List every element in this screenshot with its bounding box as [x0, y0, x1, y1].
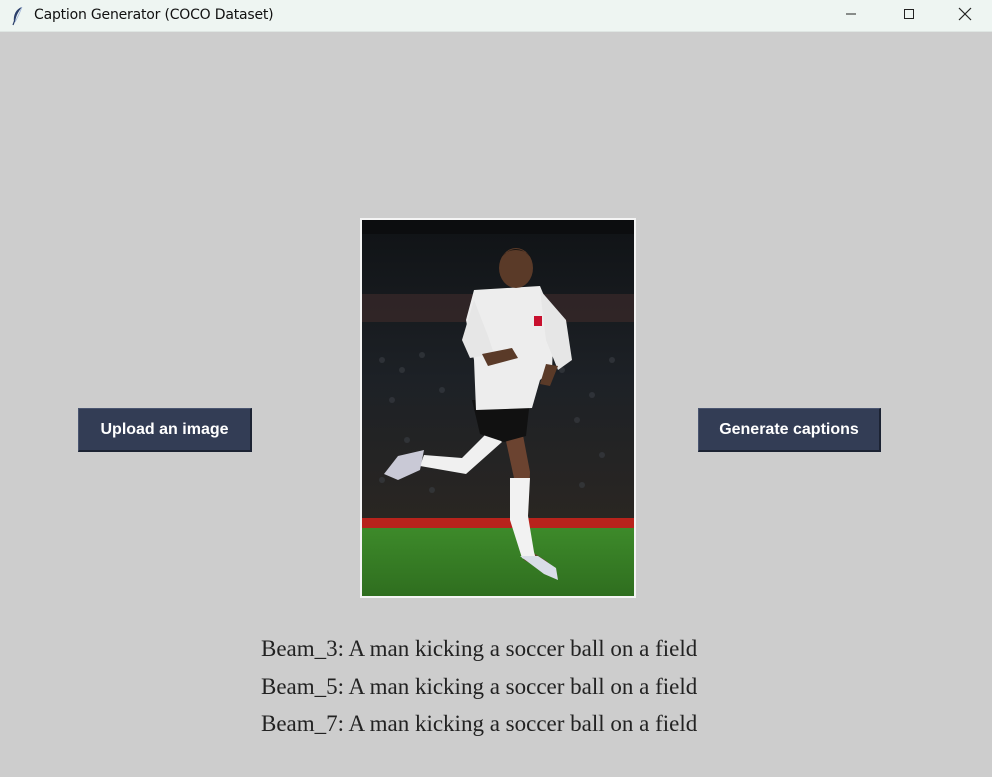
caption-beam-5: Beam_5: A man kicking a soccer ball on a…	[261, 673, 698, 699]
caption-beam-3: Beam_3: A man kicking a soccer ball on a…	[261, 636, 698, 661]
maximize-button[interactable]	[880, 0, 938, 32]
minimize-icon	[845, 7, 857, 25]
title-bar[interactable]: Caption Generator (COCO Dataset)	[0, 0, 992, 32]
minimize-button[interactable]	[822, 0, 880, 32]
uploaded-photo	[362, 220, 634, 596]
caption-results: Beam_3: A man kicking a soccer ball on a…	[261, 632, 697, 745]
close-button[interactable]	[938, 0, 992, 32]
maximize-icon	[903, 7, 915, 25]
close-icon	[958, 7, 972, 26]
image-preview	[360, 218, 636, 598]
generate-captions-button[interactable]: Generate captions	[698, 408, 881, 452]
feather-icon	[10, 6, 26, 26]
caption-beam-7: Beam_7: A man kicking a soccer ball on a…	[261, 711, 698, 736]
main-panel: Upload an image Generate captions Beam_3…	[0, 32, 992, 777]
window-title: Caption Generator (COCO Dataset)	[34, 7, 274, 23]
upload-image-button[interactable]: Upload an image	[78, 408, 252, 452]
